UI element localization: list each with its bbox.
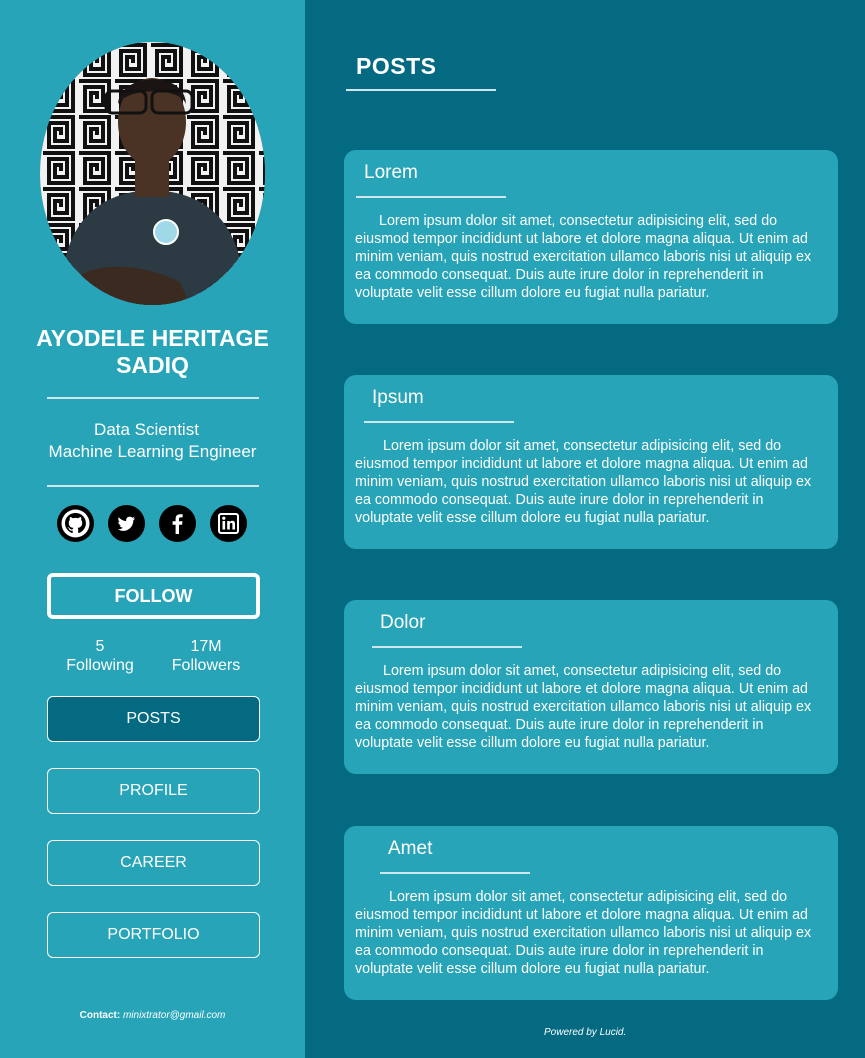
following-label: Following	[66, 657, 134, 674]
social-links	[57, 505, 247, 542]
post-card[interactable]: Lorem Lorem ipsum dolor sit amet, consec…	[344, 150, 838, 324]
contact-email[interactable]: minixtrator@gmail.com	[123, 1010, 225, 1021]
contact-label: Contact:	[79, 1010, 121, 1021]
role-primary: Data Scientist	[94, 420, 199, 439]
post-title: Ipsum	[372, 387, 424, 408]
divider	[47, 485, 259, 487]
sidebar: AYODELE HERITAGE SADIQ Data Scientist Ma…	[0, 0, 305, 1058]
post-divider	[356, 196, 506, 198]
following-count: 5	[95, 638, 105, 655]
post-title: Dolor	[380, 612, 426, 633]
post-card[interactable]: Amet Lorem ipsum dolor sit amet, consect…	[344, 826, 838, 1000]
nav-profile[interactable]: PROFILE	[47, 768, 260, 814]
nav-posts[interactable]: POSTS	[47, 696, 260, 742]
github-icon[interactable]	[57, 505, 94, 542]
nav-portfolio[interactable]: PORTFOLIO	[47, 912, 260, 958]
post-divider	[380, 872, 530, 874]
post-body: Lorem ipsum dolor sit amet, consectetur …	[355, 663, 812, 751]
post-title: Amet	[388, 838, 433, 859]
post-body: Lorem ipsum dolor sit amet, consectetur …	[355, 889, 812, 977]
page-title: POSTS	[356, 53, 437, 79]
role-secondary: Machine Learning Engineer	[48, 442, 257, 461]
post-title: Lorem	[364, 162, 418, 183]
facebook-icon[interactable]	[159, 505, 196, 542]
post-divider	[364, 421, 514, 423]
followers-count: 17M	[190, 638, 222, 655]
followers-stat: 17M Followers	[160, 637, 252, 675]
post-card[interactable]: Dolor Lorem ipsum dolor sit amet, consec…	[344, 600, 838, 774]
post-divider	[372, 646, 522, 648]
following-stat: 5 Following	[60, 637, 140, 675]
contact: Contact: minixtrator@gmail.com	[0, 1010, 305, 1021]
twitter-icon[interactable]	[108, 505, 145, 542]
divider	[47, 397, 259, 399]
post-card[interactable]: Ipsum Lorem ipsum dolor sit amet, consec…	[344, 375, 838, 549]
profile-roles: Data Scientist Machine Learning Engineer	[0, 419, 305, 463]
title-underline	[346, 89, 496, 91]
post-body: Lorem ipsum dolor sit amet, consectetur …	[355, 438, 812, 526]
avatar	[40, 42, 265, 305]
followers-label: Followers	[171, 657, 241, 674]
linkedin-icon[interactable]	[210, 505, 247, 542]
nav-career[interactable]: CAREER	[47, 840, 260, 886]
profile-name: AYODELE HERITAGE SADIQ	[36, 325, 269, 378]
post-body: Lorem ipsum dolor sit amet, consectetur …	[355, 213, 812, 301]
footer-credit: Powered by Lucid.	[544, 1027, 627, 1038]
follow-button[interactable]: FOLLOW	[47, 573, 260, 619]
